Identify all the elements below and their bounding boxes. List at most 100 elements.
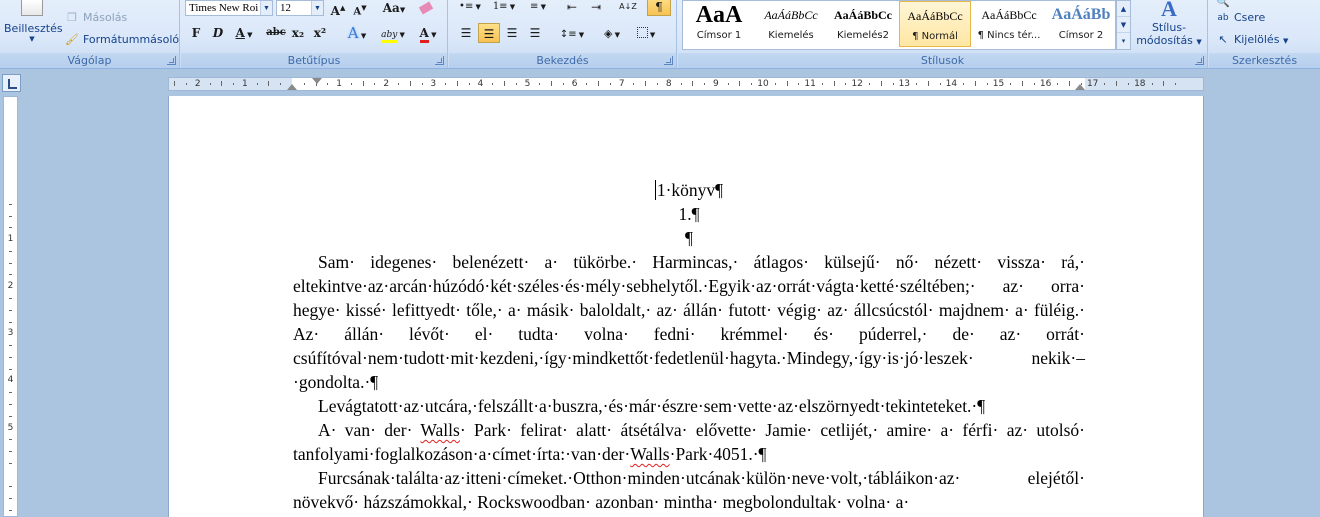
ruler-tick (1151, 83, 1153, 85)
change-case-button[interactable]: Aa▼ (379, 0, 409, 18)
font-size-combo[interactable]: 12 ▼ (276, 0, 324, 16)
show-marks-button[interactable]: ¶ (647, 0, 671, 16)
first-line-indent-icon[interactable] (312, 78, 322, 84)
ruler-tick (9, 203, 12, 205)
ruler-tick (9, 321, 12, 323)
vertical-ruler[interactable]: 1 2 3 4 5 (3, 96, 18, 517)
ruler-tick (598, 81, 600, 86)
chevron-down-icon[interactable]: ▼ (311, 1, 323, 15)
ruler-tick (633, 83, 635, 85)
scroll-up-icon[interactable]: ▲ (1117, 1, 1130, 17)
style-gallery-scroll[interactable]: ▲ ▼ ▾ (1116, 0, 1131, 50)
line-spacing-icon: ↕≡ (559, 29, 577, 40)
ruler-tick (209, 83, 211, 85)
ruler-number: 7 (618, 79, 625, 89)
copy-button[interactable]: ❐ Másolás (64, 8, 127, 28)
ruler-tick (727, 83, 729, 85)
font-name-combo[interactable]: Times New Roi ▼ (185, 0, 273, 16)
font-launcher-icon[interactable] (435, 56, 444, 65)
multilevel-button[interactable]: ≡ ▼ (523, 0, 553, 17)
ruler-number: 5 (524, 79, 531, 89)
subscript-button[interactable]: x₂ (287, 23, 309, 43)
ruler-tick (9, 250, 12, 252)
sort-button[interactable]: A↓Z (615, 0, 641, 17)
ruler-tick (9, 439, 12, 441)
spelling-error[interactable]: Walls (630, 444, 669, 464)
underline-button[interactable]: A ▼ (229, 23, 259, 43)
ruler-tick (9, 462, 12, 464)
paste-button[interactable]: Beillesztés ▼ (4, 0, 63, 50)
tab-selector-icon[interactable] (2, 74, 21, 92)
chevron-down-icon[interactable]: ▼ (260, 1, 272, 15)
ruler-tick (9, 215, 12, 217)
ruler-tick (374, 83, 376, 85)
ruler-number: 4 (7, 375, 14, 386)
styles-launcher-icon[interactable] (1195, 56, 1204, 65)
ruler-tick (256, 83, 258, 85)
ruler-tick (645, 81, 647, 86)
ruler-number: 11 (804, 79, 816, 89)
editing-group: 🔍 ab Csere ↖ Kijelölés ▼ Szerkesztés (1209, 0, 1320, 68)
superscript-button[interactable]: x² (309, 23, 331, 43)
format-painter-button[interactable]: 🖌 Formátummásoló (64, 30, 179, 50)
decrease-indent-button[interactable]: ⇤ (561, 0, 583, 17)
style-heading1[interactable]: AaA Címsor 1 (683, 1, 755, 47)
ruler-tick (927, 81, 929, 86)
document-page[interactable]: 1·könyv¶ 1.¶ ¶ Sam· idegenes· belenézett… (168, 96, 1204, 517)
clear-format-button[interactable] (415, 0, 437, 18)
numbering-button[interactable]: 1≡ ▼ (489, 0, 519, 17)
highlight-button[interactable]: aby ▼ (377, 23, 409, 43)
justify-button[interactable]: ☰ (524, 23, 546, 43)
scroll-down-icon[interactable]: ▼ (1117, 17, 1130, 33)
ruler-tick (868, 83, 870, 85)
hanging-indent-icon[interactable] (287, 84, 297, 90)
style-emphasis[interactable]: AaÁáBbCc Kiemelés (755, 1, 827, 47)
style-no-spacing[interactable]: AaÁáBbCc ¶ Nincs tér... (973, 1, 1045, 47)
right-indent-icon[interactable] (1075, 84, 1085, 90)
paste-label: Beillesztés (4, 22, 63, 35)
format-painter-icon: 🖌 (65, 33, 79, 46)
font-color-button[interactable]: A ▼ (413, 23, 443, 43)
paragraph-launcher-icon[interactable] (664, 56, 673, 65)
line-spacing-button[interactable]: ↕≡ ▼ (557, 23, 587, 43)
shading-button[interactable]: ◈ ▼ (597, 23, 627, 43)
ruler-tick (9, 262, 12, 264)
ruler-tick (9, 274, 12, 276)
ruler-number: 2 (383, 79, 390, 89)
align-center-button[interactable]: ☰ (478, 23, 500, 43)
bold-button[interactable]: F (185, 23, 207, 43)
shrink-font-button[interactable]: A▼ (349, 0, 371, 18)
change-styles-button[interactable]: A Stílus- módosítás ▼ (1134, 0, 1204, 52)
ruler-tick (586, 83, 588, 85)
select-button[interactable]: ↖ Kijelölés ▼ (1215, 30, 1288, 50)
bullets-button[interactable]: •≡ ▼ (455, 0, 485, 17)
ruler-tick (821, 83, 823, 85)
document-body[interactable]: 1·könyv¶ 1.¶ ¶ Sam· idegenes· belenézett… (293, 178, 1085, 514)
italic-button[interactable]: D (207, 23, 229, 43)
horizontal-ruler[interactable]: 2 1 1 2 3 4 5 6 7 8 9 10 11 12 13 14 15 16 17 18 (168, 77, 1204, 91)
clipboard-launcher-icon[interactable] (167, 56, 176, 65)
ruler-tick (774, 83, 776, 85)
align-left-button[interactable]: ☰ (455, 23, 477, 43)
borders-button[interactable]: ▼ (631, 23, 661, 43)
style-normal[interactable]: AaÁáBbCc ¶ Normál (899, 1, 971, 47)
ruler-tick (1010, 83, 1012, 85)
text-effect-button[interactable]: A ▼ (341, 23, 373, 43)
ruler-tick (303, 83, 305, 85)
style-strong[interactable]: AaÁáBbCc Kiemelés2 (827, 1, 899, 47)
ruler-tick (515, 83, 517, 85)
align-right-button[interactable]: ☰ (501, 23, 523, 43)
grow-font-button[interactable]: A▲ (327, 0, 349, 18)
ruler-tick (9, 227, 12, 229)
ruler-number: 17 (1086, 79, 1099, 89)
style-heading2[interactable]: AaÁáBb Címsor 2 (1045, 1, 1117, 47)
increase-indent-button[interactable]: ⇥ (585, 0, 607, 17)
gallery-more-icon[interactable]: ▾ (1117, 33, 1130, 49)
strikethrough-button[interactable]: abc (265, 23, 287, 43)
spelling-error[interactable]: Walls (420, 420, 459, 440)
clipboard-group-label: Vágólap (0, 53, 179, 68)
ruler-number: 1 (242, 79, 248, 89)
replace-button[interactable]: ab Csere (1215, 8, 1265, 28)
ruler-number: 5 (7, 422, 14, 433)
ruler-tick (1163, 81, 1165, 86)
